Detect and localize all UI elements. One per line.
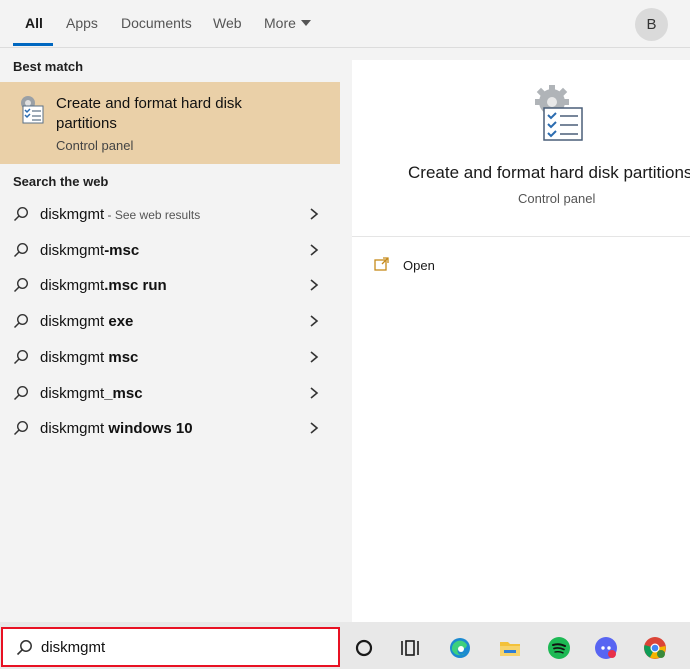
web-result-query: diskmgmt bbox=[40, 313, 105, 331]
web-result-item[interactable]: diskmgmt windows 10 bbox=[0, 411, 340, 445]
web-result-item[interactable]: diskmgmt msc bbox=[0, 340, 340, 374]
web-result-query: diskmgmt bbox=[40, 277, 105, 295]
best-match-heading: Best match bbox=[13, 59, 84, 74]
search-icon bbox=[13, 314, 29, 329]
preview-subtitle: Control panel bbox=[518, 191, 596, 206]
file-explorer-icon[interactable] bbox=[498, 636, 522, 660]
web-result-item[interactable]: diskmgmt.msc run bbox=[0, 268, 340, 302]
web-result-item[interactable]: diskmgmt_msc bbox=[0, 376, 340, 410]
best-match-item[interactable]: Create and format hard disk partitions C… bbox=[0, 82, 340, 164]
spotify-icon[interactable] bbox=[547, 636, 571, 660]
avatar[interactable]: B bbox=[635, 8, 668, 41]
web-result-text: diskmgmt exe bbox=[40, 313, 133, 330]
search-icon bbox=[13, 242, 29, 257]
tab-more[interactable]: More bbox=[264, 15, 311, 31]
edge-icon[interactable] bbox=[448, 636, 472, 660]
web-result-query: diskmgmt bbox=[40, 241, 105, 259]
open-action[interactable]: Open bbox=[372, 254, 472, 278]
disk-management-icon bbox=[21, 96, 44, 124]
web-result-item[interactable]: diskmgmt-msc bbox=[0, 233, 340, 267]
tab-web[interactable]: Web bbox=[213, 15, 242, 31]
web-result-suggestion: .msc run bbox=[104, 277, 167, 295]
search-tabs-bar: All Apps Documents Web More B bbox=[0, 0, 690, 48]
web-result-text: diskmgmt msc bbox=[40, 349, 138, 366]
search-icon bbox=[13, 278, 29, 293]
active-tab-indicator bbox=[13, 43, 53, 46]
tab-apps[interactable]: Apps bbox=[66, 15, 98, 31]
search-icon bbox=[13, 385, 29, 400]
best-match-title: Create and format hard disk partitions bbox=[56, 95, 242, 132]
preview-title: Create and format hard disk partitions bbox=[408, 163, 690, 182]
web-result-query: diskmgmt bbox=[40, 348, 105, 366]
web-result-item[interactable]: diskmgmt - See web results bbox=[0, 197, 340, 231]
discord-icon[interactable] bbox=[594, 636, 618, 660]
web-result-text: diskmgmt.msc run bbox=[40, 277, 167, 294]
web-result-hint: - See web results bbox=[104, 208, 201, 222]
web-result-text: diskmgmt_msc bbox=[40, 385, 143, 402]
open-label: Open bbox=[403, 258, 435, 273]
search-web-heading: Search the web bbox=[13, 174, 109, 189]
chevron-right-icon bbox=[310, 386, 319, 399]
chevron-right-icon bbox=[310, 279, 319, 292]
divider bbox=[352, 236, 690, 237]
chevron-down-icon bbox=[300, 20, 311, 26]
chrome-icon[interactable] bbox=[643, 636, 667, 660]
web-result-query: diskmgmt bbox=[40, 206, 105, 223]
preview-panel: Create and format hard disk partitions C… bbox=[352, 60, 690, 622]
web-result-suggestion: _msc bbox=[104, 384, 143, 402]
web-result-suggestion: windows 10 bbox=[104, 420, 193, 438]
disk-management-icon bbox=[535, 85, 583, 141]
search-box[interactable] bbox=[1, 627, 340, 667]
chevron-right-icon bbox=[310, 315, 319, 327]
web-result-text: diskmgmt-msc bbox=[40, 242, 139, 259]
best-match-subtitle: Control panel bbox=[56, 138, 134, 153]
open-icon bbox=[374, 257, 389, 271]
web-result-suggestion: msc bbox=[104, 348, 139, 366]
web-result-item[interactable]: diskmgmt exe bbox=[0, 304, 340, 338]
cortana-icon[interactable] bbox=[352, 636, 376, 660]
search-icon bbox=[13, 421, 29, 436]
search-icon bbox=[13, 349, 29, 364]
tab-more-label: More bbox=[264, 15, 296, 31]
chevron-right-icon bbox=[310, 422, 319, 434]
search-icon bbox=[16, 640, 32, 656]
chevron-right-icon bbox=[310, 244, 319, 256]
results-panel: Best match Create and format hard disk p… bbox=[0, 48, 345, 622]
chevron-right-icon bbox=[310, 351, 319, 363]
web-result-query: diskmgmt bbox=[40, 420, 105, 438]
search-input[interactable] bbox=[41, 636, 321, 658]
web-result-suggestion: exe bbox=[104, 313, 134, 331]
web-result-text: diskmgmt windows 10 bbox=[40, 420, 193, 437]
tab-documents[interactable]: Documents bbox=[121, 15, 192, 31]
tab-all[interactable]: All bbox=[25, 15, 43, 31]
task-view-icon[interactable] bbox=[398, 636, 422, 660]
web-result-suggestion: -msc bbox=[104, 241, 140, 259]
web-result-query: diskmgmt bbox=[40, 384, 105, 402]
web-result-text: diskmgmt - See web results bbox=[40, 206, 200, 223]
chevron-right-icon bbox=[310, 208, 319, 220]
search-icon bbox=[13, 206, 29, 222]
